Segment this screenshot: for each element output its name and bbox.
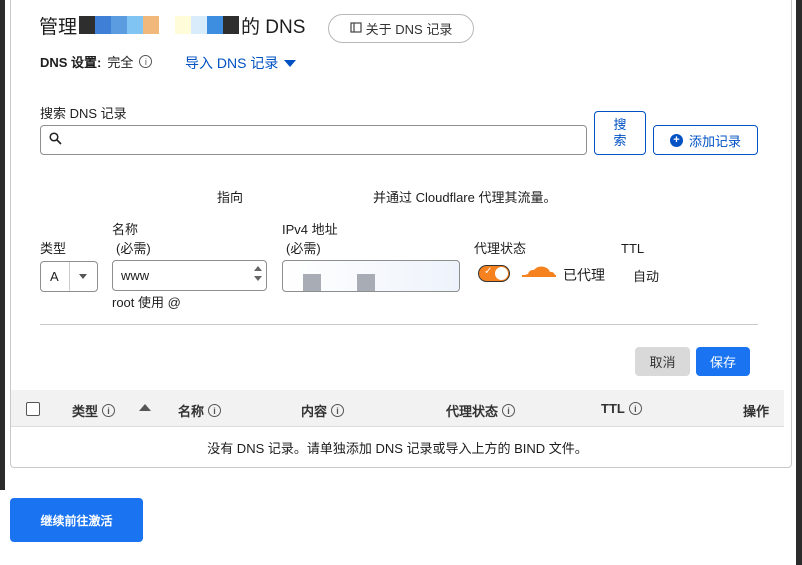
name-field[interactable]: www: [112, 260, 267, 291]
check-icon: ✓: [484, 266, 493, 277]
search-button[interactable]: 搜索: [594, 111, 646, 155]
column-content[interactable]: 内容 i: [301, 401, 345, 420]
form-divider: [40, 324, 758, 325]
type-label: 类型: [40, 241, 67, 256]
title-suffix: 的 DNS: [241, 16, 306, 38]
info-icon: i: [502, 404, 516, 417]
column-type[interactable]: 类型 i: [72, 401, 116, 420]
search-icon: [49, 132, 62, 148]
proxy-status-label: 代理状态: [474, 241, 527, 256]
title-prefix: 管理: [39, 16, 78, 38]
name-label: 名称: [112, 222, 139, 237]
book-icon: [350, 21, 362, 36]
column-proxy-status[interactable]: 代理状态 i: [446, 401, 516, 420]
add-record-label: 添加记录: [688, 133, 741, 149]
cancel-button[interactable]: 取消: [635, 347, 690, 376]
import-label: 导入 DNS 记录: [185, 55, 279, 71]
redacted-domain: [79, 16, 240, 34]
ttl-label: TTL: [621, 241, 645, 256]
cloud-icon: [522, 264, 556, 283]
add-record-button[interactable]: + 添加记录: [653, 125, 758, 155]
type-value: A: [50, 269, 59, 284]
records-table-header: 类型 i 名称 i 内容 i 代理状态 i TTL i 操作: [11, 390, 784, 427]
save-button[interactable]: 保存: [696, 347, 750, 376]
info-icon: i: [208, 404, 222, 417]
name-value: www: [121, 268, 150, 283]
ipv4-label: IPv4 地址: [282, 222, 338, 237]
proxy-status-value: 已代理: [563, 267, 605, 283]
sort-up-icon[interactable]: [139, 404, 151, 411]
info-icon: i: [331, 404, 345, 417]
chevron-down-icon: [284, 59, 297, 67]
select-all-checkbox[interactable]: [26, 402, 40, 416]
about-button-label: 关于 DNS 记录: [365, 22, 453, 37]
import-dns-records-link[interactable]: 导入 DNS 记录: [185, 53, 297, 73]
settings-label: DNS 设置:: [40, 55, 102, 70]
dns-settings: DNS 设置: 完全 i: [40, 52, 153, 71]
column-ttl[interactable]: TTL i: [601, 401, 642, 416]
about-dns-records-button[interactable]: 关于 DNS 记录: [328, 14, 474, 43]
proxy-toggle[interactable]: ✓: [478, 265, 510, 282]
info-icon: i: [628, 402, 642, 415]
column-name[interactable]: 名称 i: [178, 401, 222, 420]
type-select[interactable]: A: [40, 261, 98, 292]
ipv4-required: (必需): [286, 241, 321, 256]
page-title: 管理 的 DNS: [39, 13, 306, 38]
plus-icon: +: [669, 133, 683, 147]
search-input[interactable]: [40, 125, 587, 155]
root-note: root 使用 @: [112, 295, 181, 310]
continue-to-activation-button[interactable]: 继续前往激活: [10, 498, 143, 542]
empty-table-message: 没有 DNS 记录。请单独添加 DNS 记录或导入上方的 BIND 文件。: [207, 441, 588, 456]
ttl-value[interactable]: 自动: [633, 266, 659, 285]
search-label: 搜索 DNS 记录: [40, 106, 127, 121]
column-actions: 操作: [743, 404, 770, 419]
ipv4-field[interactable]: [282, 260, 460, 292]
search-button-label: 搜索: [613, 117, 627, 148]
hint-text-2: 并通过 Cloudflare 代理其流量。: [373, 190, 557, 205]
window-edge-left: [0, 0, 5, 490]
settings-value: 完全: [107, 55, 134, 70]
stepper-icon: [254, 266, 262, 281]
info-icon: i: [102, 404, 116, 417]
hint-text-1: 指向: [217, 190, 244, 205]
info-icon[interactable]: i: [139, 55, 153, 68]
name-required: (必需): [116, 241, 151, 256]
dropdown-arrow-icon: [68, 262, 97, 291]
window-edge-right: [796, 0, 802, 565]
